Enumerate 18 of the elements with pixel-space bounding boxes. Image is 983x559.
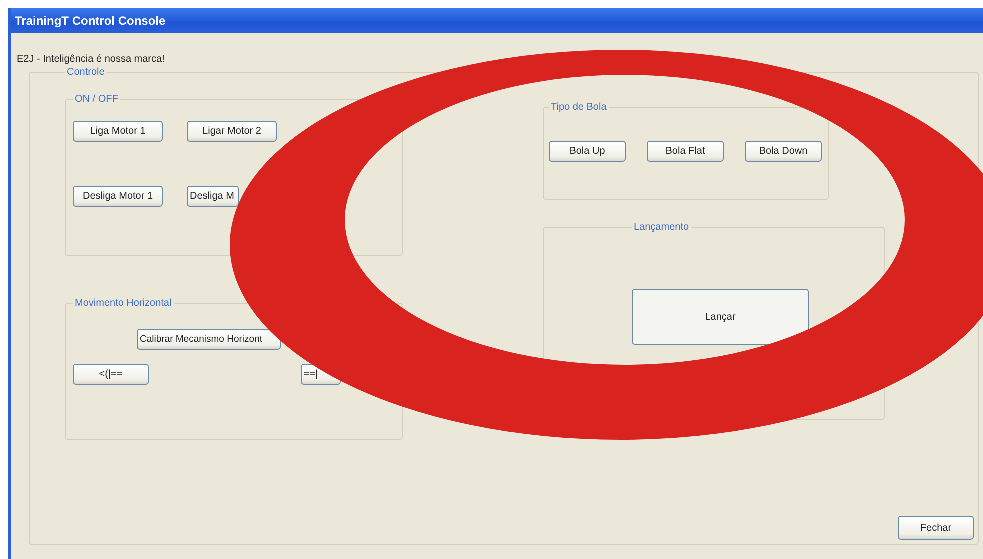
- motor-button[interactable]: Desliga Motor 1: [73, 186, 163, 207]
- ball-type-button[interactable]: Bola Up: [549, 141, 626, 162]
- calibrate-button[interactable]: Calibrar Mecanismo Horizont: [137, 329, 281, 350]
- launch-button[interactable]: Lançar: [632, 289, 809, 345]
- ball-type-button[interactable]: Bola Flat: [647, 141, 724, 162]
- motor-button[interactable]: Liga Motor 1: [73, 121, 163, 142]
- motor-button[interactable]: Ligar Motor 2: [187, 121, 277, 142]
- group-label: Lançamento: [633, 222, 690, 233]
- ball-type-button[interactable]: Bola Down: [745, 141, 822, 162]
- motor-button[interactable]: Desliga M: [187, 186, 239, 207]
- window-title: TrainingT Control Console: [15, 14, 166, 28]
- move-button[interactable]: <(|==: [73, 364, 149, 385]
- group-label: Tipo de Bola: [550, 102, 608, 113]
- close-button[interactable]: Fechar: [898, 516, 974, 540]
- slogan-text: E2J - Inteligência é nossa marca!: [17, 54, 165, 66]
- group-label: Movimento Horizontal: [74, 298, 173, 309]
- group-label: ON / OFF: [74, 94, 120, 105]
- group-label: Controle: [66, 67, 106, 78]
